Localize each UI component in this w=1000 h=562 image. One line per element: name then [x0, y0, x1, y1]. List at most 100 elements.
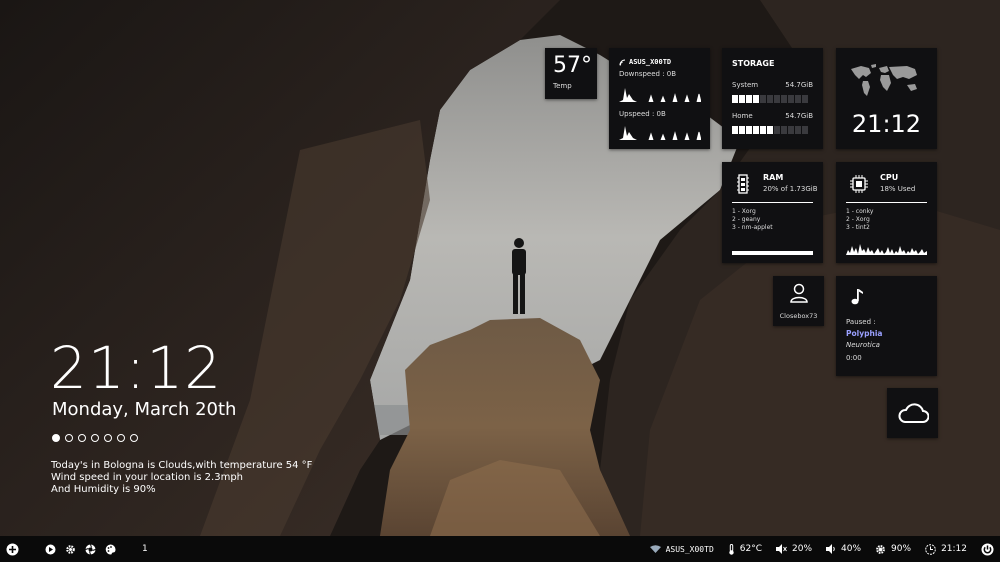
taskbar: 1 ASUS_X00TD 62°C 20% 40% 90% 21:12 — [0, 536, 1000, 562]
temp-widget: 57° Temp — [545, 48, 597, 99]
workspace-dot[interactable] — [104, 434, 112, 442]
music-widget[interactable]: Paused : Polyphia Neurotica 0:00 — [836, 276, 937, 376]
volume-status[interactable]: 40% — [826, 544, 861, 554]
storage-system-label: System — [732, 81, 759, 89]
speaker-icon — [826, 544, 835, 554]
downspeed-graph — [619, 88, 701, 102]
temp-status: 62°C — [728, 543, 763, 555]
mute-status[interactable]: 20% — [776, 544, 812, 554]
wifi-icon — [619, 59, 626, 65]
music-time: 0:00 — [846, 354, 862, 362]
taskbar-volume-muted: 20% — [792, 544, 813, 554]
world-map-icon — [851, 64, 917, 96]
temp-value: 57° — [553, 53, 592, 78]
workspace-dot[interactable] — [130, 434, 138, 442]
weather-line-1: Today's in Bologna is Clouds,with temper… — [51, 460, 313, 471]
network-ssid: ASUS_X00TD — [629, 58, 672, 66]
user-name: Closebox73 — [779, 312, 818, 320]
ram-process-2: 2 - geany — [732, 216, 761, 223]
world-clock-widget: 21:12 — [836, 48, 937, 149]
music-artist: Polyphia — [846, 329, 883, 338]
workspace-number[interactable]: 1 — [142, 544, 148, 554]
bar-segment — [788, 126, 794, 134]
bar-segment — [739, 95, 745, 103]
cpu-process-1: 1 - conky — [846, 208, 874, 215]
cpu-usage: 18% Used — [880, 185, 916, 193]
bar-segment — [753, 126, 759, 134]
workspace-dot[interactable] — [117, 434, 125, 442]
desktop-date: Monday, March 20th — [52, 399, 237, 420]
downspeed-label: Downspeed : 0B — [619, 70, 677, 78]
weather-line-2: Wind speed in your location is 2.3mph — [51, 472, 244, 483]
cloud-icon — [898, 403, 929, 423]
storage-system-bar — [732, 95, 808, 103]
bar-segment — [732, 126, 738, 134]
cpu-process-2: 2 - Xorg — [846, 216, 870, 223]
ram-usage: 20% of 1.73GiB — [763, 185, 818, 193]
play-icon[interactable] — [45, 544, 56, 555]
workspace-dot[interactable] — [52, 434, 60, 442]
ram-graph — [732, 251, 813, 255]
bar-segment — [753, 95, 759, 103]
bar-segment — [802, 95, 808, 103]
world-clock-time: 21:12 — [851, 110, 922, 138]
taskbar-time: 21:12 — [941, 544, 967, 554]
temp-label: Temp — [553, 82, 572, 90]
ram-process-list: 1 - Xorg 2 - geany 3 - nm-applet — [732, 208, 773, 232]
palette-icon[interactable] — [105, 544, 116, 555]
user-icon — [790, 283, 808, 303]
ram-title: RAM — [763, 173, 784, 182]
cpu-divider — [846, 202, 927, 203]
desktop-clock: 21:12 — [50, 334, 223, 402]
wifi-status[interactable]: ASUS_X00TD — [649, 545, 714, 554]
storage-home-bar — [732, 126, 808, 134]
bar-segment — [746, 95, 752, 103]
bar-segment — [774, 126, 780, 134]
cpu-title: CPU — [880, 173, 899, 182]
bar-segment — [788, 95, 794, 103]
bar-segment — [802, 126, 808, 134]
bar-segment — [760, 95, 766, 103]
clock-status[interactable]: 21:12 — [925, 543, 967, 555]
bar-segment — [760, 126, 766, 134]
workspace-dot[interactable] — [91, 434, 99, 442]
workspace-dot[interactable] — [78, 434, 86, 442]
upspeed-label: Upspeed : 0B — [619, 110, 666, 118]
weather-line-3: And Humidity is 90% — [51, 484, 156, 495]
cpu-icon — [850, 175, 868, 193]
power-icon[interactable] — [981, 543, 994, 556]
storage-system-value: 54.7GiB — [785, 81, 813, 89]
storage-home-label: Home — [732, 112, 753, 120]
bar-segment — [767, 126, 773, 134]
weather-summary: Today's in Bologna is Clouds,with temper… — [51, 460, 312, 496]
bar-segment — [774, 95, 780, 103]
bar-segment — [767, 95, 773, 103]
ram-icon — [737, 174, 749, 194]
upspeed-graph — [619, 126, 701, 140]
taskbar-brightness: 90% — [891, 544, 912, 554]
bar-segment — [781, 95, 787, 103]
user-widget[interactable]: Closebox73 — [773, 276, 824, 326]
bar-segment — [732, 95, 738, 103]
workspace-dot[interactable] — [65, 434, 73, 442]
taskbar-temp: 62°C — [739, 544, 763, 554]
music-status: Paused : — [846, 318, 876, 326]
add-icon[interactable] — [6, 543, 19, 556]
bar-segment — [781, 126, 787, 134]
music-note-icon — [851, 289, 863, 305]
bar-segment — [795, 95, 801, 103]
cpu-graph — [846, 244, 927, 255]
thermometer-icon — [729, 543, 734, 555]
brightness-status[interactable]: 90% — [875, 544, 911, 555]
cpu-widget: CPU 18% Used 1 - conky 2 - Xorg 3 - tint… — [836, 162, 937, 263]
settings-icon[interactable] — [65, 544, 76, 555]
cpu-process-list: 1 - conky 2 - Xorg 3 - tint2 — [846, 208, 873, 232]
ram-process-3: 3 - nm-applet — [732, 224, 773, 231]
aperture-icon[interactable] — [85, 543, 96, 555]
storage-widget: STORAGE System 54.7GiB Home 54.7GiB — [722, 48, 823, 149]
music-album: Neurotica — [846, 341, 880, 349]
cpu-process-3: 3 - tint2 — [846, 224, 870, 231]
brightness-icon — [876, 544, 885, 554]
mute-icon — [776, 544, 787, 554]
wifi-icon — [649, 545, 661, 553]
